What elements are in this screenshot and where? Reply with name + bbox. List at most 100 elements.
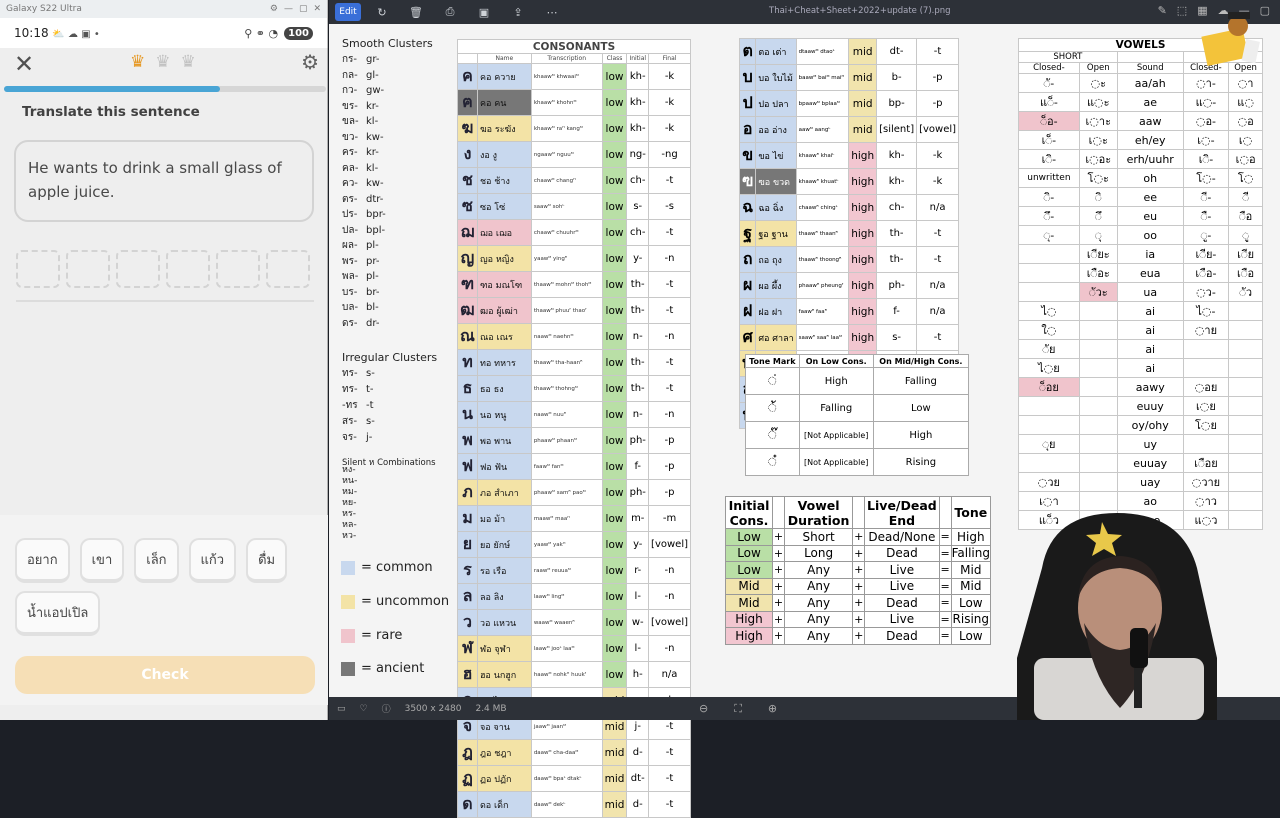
answer-slot[interactable] bbox=[216, 250, 260, 288]
window-controls[interactable]: ⚙ — ▢ ✕ bbox=[264, 4, 321, 14]
print-icon[interactable]: ⎙ bbox=[437, 3, 463, 21]
answer-slots[interactable] bbox=[16, 250, 327, 288]
consonant-final: -k bbox=[916, 142, 960, 169]
consonant-transcription: khaawᴹ khohnᴹ bbox=[530, 89, 603, 116]
zoom-out-icon[interactable]: ⊖ bbox=[699, 702, 708, 716]
consonant-class: high bbox=[848, 272, 878, 299]
consonant-row: ฃฃอ ขวด khaawᴿ khuatᴸ high kh- -k bbox=[738, 168, 960, 195]
word-tile[interactable]: ดื่ม bbox=[246, 538, 288, 583]
vowel-cell: ◌ัว bbox=[1228, 282, 1263, 302]
consonant-class: low bbox=[601, 63, 628, 90]
answer-slot[interactable] bbox=[116, 250, 160, 288]
tone-mark-cell: Rising bbox=[872, 448, 970, 476]
legend-label: = uncommon bbox=[361, 594, 450, 609]
rule-operator: + bbox=[852, 594, 866, 612]
answer-slot[interactable] bbox=[166, 250, 210, 288]
cluster-row: จร-j- bbox=[342, 430, 375, 446]
consonant-transcription: thaawᴹ mohnᴹ thohᴹ bbox=[530, 271, 603, 298]
consonant-glyph: พ bbox=[457, 427, 478, 454]
share-icon[interactable]: ⇪ bbox=[505, 3, 531, 21]
vowel-cell bbox=[1018, 415, 1080, 435]
close-icon[interactable]: ✕ bbox=[14, 50, 34, 78]
rule-cell: Live bbox=[864, 610, 940, 628]
consonant-transcription: khaawᴿ khuatᴸ bbox=[795, 168, 850, 195]
consonant-transcription: waawᴹ waaenᴿ bbox=[530, 609, 603, 636]
consonant-name: ฎอ ชฎา bbox=[476, 739, 532, 766]
consonant-glyph: ข bbox=[738, 142, 757, 169]
monitor-icon[interactable]: ▭ bbox=[337, 704, 346, 714]
consonant-row: ขขอ ไข่ khaawᴿ khaiᴸ high kh- -k bbox=[738, 142, 960, 169]
vowel-cell bbox=[1228, 320, 1263, 340]
check-button[interactable]: Check bbox=[15, 656, 315, 694]
rule-row: Low + Any + Live = Mid bbox=[724, 561, 992, 579]
vowel-cell: ◌ะ bbox=[1078, 73, 1118, 93]
consonant-row: ฑฑอ มณโฑ thaawᴹ mohnᴹ thohᴹ low th- -t bbox=[457, 271, 691, 298]
vowel-row: ไ◌ ai ไ◌- bbox=[1018, 301, 1263, 321]
consonant-class: low bbox=[601, 323, 628, 350]
vowel-cell: ◌ู bbox=[1228, 225, 1263, 245]
short-label: SHORT bbox=[1018, 51, 1118, 63]
consonant-header: Initial bbox=[626, 53, 650, 64]
fit-icon[interactable]: ⛶ bbox=[734, 702, 742, 716]
more-icon[interactable]: ⋯ bbox=[539, 3, 565, 21]
word-tile[interactable]: แก้ว bbox=[188, 538, 237, 583]
answer-slot[interactable] bbox=[266, 250, 310, 288]
consonant-transcription: naawᴹ nuuᴿ bbox=[530, 401, 603, 428]
rule-cell: Mid bbox=[950, 561, 992, 579]
gear-icon[interactable]: ⚙ bbox=[301, 50, 319, 74]
vowel-cell: ◌็อ- bbox=[1018, 111, 1080, 131]
silent-combo: หง- bbox=[342, 465, 356, 475]
zoom-controls[interactable]: ⊖ ⛶ ⊕ bbox=[699, 702, 777, 716]
consonant-final: -ng bbox=[648, 141, 691, 168]
vowels-table: VOWELS SHORTLONG Closed-OpenSoundClosed-… bbox=[1018, 38, 1264, 530]
vowel-cell bbox=[1228, 453, 1263, 473]
consonant-glyph: ว bbox=[457, 609, 478, 636]
zoom-in-icon[interactable]: ⊕ bbox=[768, 702, 777, 716]
consonant-transcription: khaawᴿ khaiᴸ bbox=[795, 142, 850, 169]
vowel-cell: โ◌ย bbox=[1182, 415, 1230, 435]
vowel-row: ◌ิ- ◌ิ ee ◌ี- ◌ี bbox=[1018, 187, 1263, 207]
consonant-glyph: ภ bbox=[457, 479, 478, 506]
consonant-final: [vowel] bbox=[648, 609, 691, 636]
vowel-cell: ใ◌ bbox=[1018, 320, 1080, 340]
consonant-transcription: chaawᴹ chuuhrᴹ bbox=[530, 219, 603, 246]
word-tile[interactable]: เล็ก bbox=[134, 538, 179, 583]
word-tile[interactable]: อยาก bbox=[15, 538, 70, 583]
rule-cell: Live bbox=[864, 577, 940, 595]
answer-slot[interactable] bbox=[66, 250, 110, 288]
consonant-transcription: saawᴿ saaᴿ laaᴹ bbox=[795, 324, 850, 351]
vowel-cell: ◌ิ bbox=[1078, 187, 1118, 207]
vowel-cell: ◌อย bbox=[1182, 377, 1230, 397]
vowel-cell: unwritten bbox=[1018, 168, 1080, 188]
rule-cell: Any bbox=[784, 577, 854, 595]
info-icon[interactable]: ⓘ bbox=[382, 702, 391, 715]
consonant-glyph: ศ bbox=[738, 324, 757, 351]
mascot-sticker bbox=[1201, 12, 1260, 67]
vowel-row: euuy เ◌ย bbox=[1018, 396, 1263, 416]
vowel-cell: เ◌ย bbox=[1182, 396, 1230, 416]
rotate-icon[interactable]: ↻ bbox=[369, 3, 395, 21]
rule-cell: Falling bbox=[950, 544, 992, 562]
vowel-cell bbox=[1228, 491, 1263, 511]
consonant-initial: ph- bbox=[626, 479, 650, 506]
vowel-cell: เ◌ิ- bbox=[1182, 149, 1230, 169]
vowel-row: ใ◌ ai ◌าย bbox=[1018, 320, 1263, 340]
delete-icon[interactable]: 🗑 bbox=[403, 3, 429, 21]
consonant-name: ฉอ ฉิ่ง bbox=[755, 194, 797, 221]
answer-slot[interactable] bbox=[16, 250, 60, 288]
consonant-final: n/a bbox=[916, 298, 960, 325]
consonant-initial: ng- bbox=[626, 141, 650, 168]
word-tile[interactable]: น้ำแอปเปิล bbox=[15, 591, 101, 636]
edit-tool-button[interactable]: Edit bbox=[335, 3, 361, 21]
irregular-clusters-list: ทร-s- ทร-t- -ทร -t สร-s- จร-j- bbox=[342, 366, 375, 446]
cluster-roman: kr- bbox=[366, 147, 379, 158]
word-tile[interactable]: เขา bbox=[79, 538, 125, 583]
heart-icon[interactable]: ♡ bbox=[360, 704, 368, 714]
tone-mark-row: ◌๋ [Not Applicable] Rising bbox=[745, 448, 970, 476]
consonant-glyph: น bbox=[457, 401, 478, 428]
consonant-final: -p bbox=[648, 479, 691, 506]
consonant-class: low bbox=[601, 297, 628, 324]
consonant-initial: th- bbox=[626, 297, 650, 324]
gallery-icon[interactable]: ▣ bbox=[471, 3, 497, 21]
consonant-row: ศศอ ศาลา saawᴿ saaᴿ laaᴹ high s- -t bbox=[738, 324, 960, 351]
